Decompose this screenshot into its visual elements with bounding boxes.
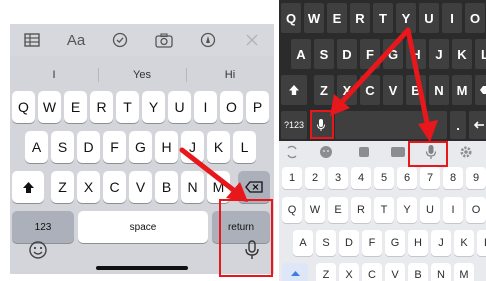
annotation-arrows bbox=[179, 27, 438, 202]
